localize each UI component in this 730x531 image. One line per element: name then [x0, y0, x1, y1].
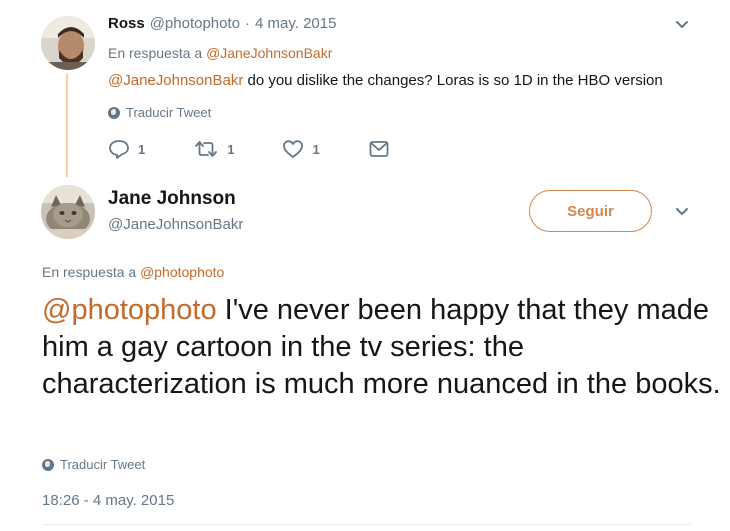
parent-text-body: do you dislike the changes? Loras is so …: [243, 72, 663, 89]
divider: [42, 524, 691, 525]
like-button[interactable]: 1: [282, 139, 320, 159]
main-timestamp[interactable]: 18:26 - 4 may. 2015: [42, 492, 174, 509]
globe-icon: [108, 106, 120, 119]
parent-handle[interactable]: @photophoto: [150, 15, 240, 32]
parent-date[interactable]: 4 may. 2015: [255, 15, 336, 32]
main-reply-to-link[interactable]: @photophoto: [140, 264, 224, 280]
parent-translate-label: Traducir Tweet: [126, 105, 212, 120]
chevron-down-icon[interactable]: [672, 18, 692, 32]
main-translate-link[interactable]: Traducir Tweet: [42, 457, 145, 472]
avatar-image: [41, 16, 95, 70]
like-icon: [283, 140, 304, 158]
follow-button[interactable]: Seguir: [529, 190, 652, 232]
globe-icon: [42, 458, 54, 471]
parent-reply-prefix: En respuesta a: [108, 45, 203, 61]
direct-message-button[interactable]: [368, 139, 390, 159]
parent-tweet-text: @JaneJohnsonBakr do you dislike the chan…: [108, 72, 663, 89]
main-tweet-text: @photophoto I've never been happy that t…: [42, 292, 722, 403]
parent-display-name[interactable]: Ross: [108, 15, 145, 32]
reply-icon: [109, 140, 129, 159]
parent-reply-context: En respuesta a @JaneJohnsonBakr: [108, 45, 332, 61]
parent-translate-link[interactable]: Traducir Tweet: [108, 105, 211, 120]
reply-button[interactable]: 1: [108, 139, 145, 159]
chevron-down-icon[interactable]: [672, 205, 692, 219]
reply-count: 1: [138, 141, 146, 157]
parent-mention-link[interactable]: @JaneJohnsonBakr: [108, 72, 243, 89]
retweet-button[interactable]: 1: [193, 139, 234, 159]
like-count: 1: [312, 141, 320, 157]
main-reply-prefix: En respuesta a: [42, 264, 137, 280]
parent-action-bar: 1 1 1: [108, 139, 438, 159]
direct-message-icon: [369, 141, 389, 157]
main-display-name[interactable]: Jane Johnson: [108, 188, 236, 210]
main-mention-link[interactable]: @photophoto: [42, 294, 217, 326]
thread-connector-line: [66, 73, 68, 177]
parent-tweet-header: Ross @photophoto · 4 may. 2015: [108, 15, 336, 32]
main-reply-context: En respuesta a @photophoto: [42, 264, 224, 280]
main-translate-label: Traducir Tweet: [60, 457, 146, 472]
parent-reply-to-link[interactable]: @JaneJohnsonBakr: [206, 45, 332, 61]
retweet-icon: [195, 141, 218, 157]
avatar-image: [41, 185, 95, 239]
avatar-jane-johnson[interactable]: [41, 185, 95, 239]
avatar-ross[interactable]: [41, 16, 95, 70]
parent-separator: ·: [245, 15, 250, 32]
main-handle[interactable]: @JaneJohnsonBakr: [108, 216, 243, 233]
retweet-count: 1: [227, 141, 235, 157]
